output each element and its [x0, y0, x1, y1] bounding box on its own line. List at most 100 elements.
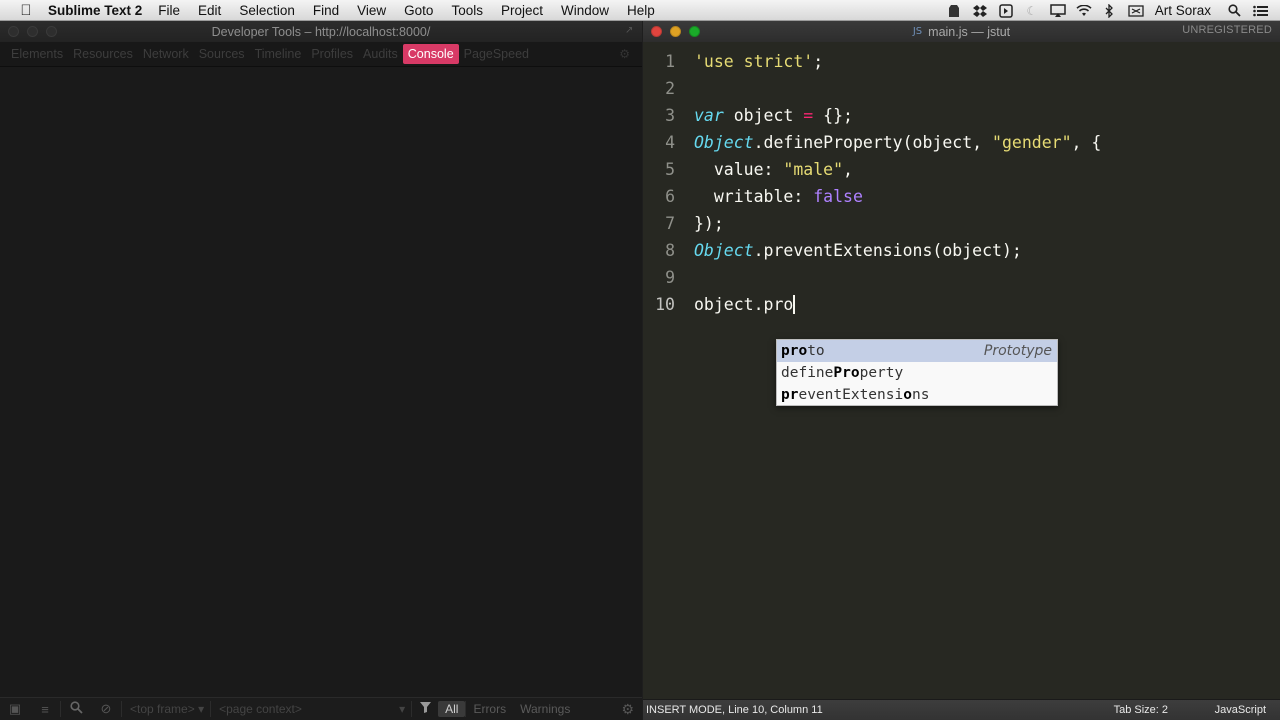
line-number: 1 — [665, 52, 675, 71]
code-line[interactable]: 2 — [643, 75, 1280, 102]
code-token: Object — [694, 133, 754, 152]
inspect-search-icon[interactable] — [61, 701, 91, 717]
menu-goto[interactable]: Goto — [404, 3, 433, 18]
code-token: object.pro — [694, 295, 794, 314]
context-selector[interactable]: <page context> ▾ — [211, 702, 411, 716]
sublime-status-bar: INSERT MODE, Line 10, Column 11 Tab Size… — [643, 699, 1280, 720]
tab-network[interactable]: Network — [138, 43, 194, 65]
menu-edit[interactable]: Edit — [198, 3, 221, 18]
menu-file[interactable]: File — [158, 3, 180, 18]
chevron-down-icon: ▾ — [399, 702, 406, 716]
code-token: , — [843, 160, 853, 179]
filter-errors[interactable]: Errors — [466, 701, 513, 717]
code-text: object.pro — [694, 291, 796, 318]
tab-console[interactable]: Console — [402, 44, 459, 64]
code-token: "male" — [783, 160, 844, 179]
tab-pagespeed[interactable]: PageSpeed — [459, 43, 534, 65]
code-line[interactable]: 1 'use strict'; — [643, 48, 1280, 75]
filter-icon[interactable] — [412, 701, 438, 717]
code-text: var object = {}; — [694, 102, 853, 129]
zoom-button[interactable] — [46, 26, 57, 37]
keyboard-icon[interactable] — [1128, 4, 1144, 18]
code-token: .preventExtensions(object); — [753, 241, 1022, 260]
dock-icon[interactable]: ⚙ — [619, 47, 630, 61]
tab-sources[interactable]: Sources — [194, 43, 250, 65]
code-line[interactable]: 5 value: "male", — [643, 156, 1280, 183]
dock-to-main-icon[interactable]: ▣ — [0, 701, 30, 717]
autocomplete-item[interactable]: preventExtensions — [777, 384, 1057, 406]
tab-size-selector[interactable]: Tab Size: 2 — [1114, 704, 1168, 716]
wifi-icon[interactable] — [1076, 4, 1092, 18]
apple-menu-icon[interactable]:  — [16, 0, 36, 21]
evernote-icon[interactable] — [946, 4, 962, 18]
autocomplete-item[interactable]: proto Prototype — [777, 340, 1057, 362]
sublime-titlebar: JS main.js — jstut UNREGISTERED — [643, 21, 1280, 42]
code-text: Object.preventExtensions(object); — [694, 237, 1022, 264]
line-number: 4 — [665, 133, 675, 152]
code-line[interactable]: 8 Object.preventExtensions(object); — [643, 237, 1280, 264]
menu-view[interactable]: View — [357, 3, 386, 18]
app-menu[interactable]: Sublime Text 2 — [48, 3, 142, 18]
show-drawer-icon[interactable]: ≡ — [30, 702, 60, 717]
code-token: = — [803, 106, 814, 125]
tab-timeline[interactable]: Timeline — [250, 43, 307, 65]
notification-center-icon[interactable] — [1252, 4, 1268, 18]
devtools-window: Developer Tools – http://localhost:8000/… — [0, 21, 642, 720]
code-token: {}; — [813, 106, 853, 125]
tab-profiles[interactable]: Profiles — [306, 43, 358, 65]
filter-warnings[interactable]: Warnings — [513, 701, 579, 717]
menu-bar:  Sublime Text 2 File Edit Selection Fin… — [0, 0, 1280, 21]
close-button[interactable] — [8, 26, 19, 37]
clear-console-icon[interactable]: ⊘ — [91, 701, 121, 717]
bluetooth-icon[interactable] — [1102, 3, 1118, 18]
line-number: 5 — [665, 160, 675, 179]
autocomplete-popup: proto Prototype defineProperty preventExten… — [776, 339, 1058, 406]
autocomplete-item[interactable]: defineProperty — [777, 362, 1057, 384]
code-line[interactable]: 3 var object = {}; — [643, 102, 1280, 129]
text-cursor — [793, 294, 796, 314]
code-token: Object — [694, 241, 754, 260]
zoom-button[interactable] — [689, 26, 700, 37]
syntax-selector[interactable]: JavaScript — [1215, 704, 1266, 716]
filter-all[interactable]: All — [438, 701, 466, 717]
tab-resources[interactable]: Resources — [68, 43, 138, 65]
code-line[interactable]: 10 object.pro — [643, 291, 1280, 318]
menu-find[interactable]: Find — [313, 3, 339, 18]
autocomplete-match: pr — [781, 387, 799, 403]
js-file-icon: JS — [912, 26, 923, 37]
dropbox-icon[interactable] — [972, 4, 988, 18]
code-line[interactable]: 4 Object.defineProperty(object, "gender",… — [643, 129, 1280, 156]
fullscreen-icon[interactable]: ↗ — [625, 25, 636, 36]
sublime-window: JS main.js — jstut UNREGISTERED 1 'use st… — [643, 21, 1280, 720]
code-text: 'use strict'; — [694, 48, 823, 75]
moon-icon[interactable]: ☾ — [1024, 4, 1040, 18]
minimize-button[interactable] — [670, 26, 681, 37]
menu-help[interactable]: Help — [627, 3, 655, 18]
menu-window[interactable]: Window — [561, 3, 609, 18]
menu-selection[interactable]: Selection — [239, 3, 295, 18]
unregistered-label: UNREGISTERED — [1182, 24, 1272, 36]
tab-elements[interactable]: Elements — [6, 43, 68, 65]
airplay-icon[interactable] — [1049, 4, 1066, 18]
spotlight-search-icon[interactable] — [1226, 4, 1242, 18]
minimize-button[interactable] — [27, 26, 38, 37]
console-output[interactable] — [0, 67, 642, 697]
code-token: }); — [694, 214, 724, 233]
code-text: }); — [694, 210, 724, 237]
code-editor[interactable]: 1 'use strict'; 2 3 var object = {}; 4 Object.… — [643, 42, 1280, 699]
frame-selector[interactable]: <top frame> ▾ — [122, 702, 210, 716]
autocomplete-text: perty — [859, 365, 904, 381]
menu-tools[interactable]: Tools — [451, 3, 483, 18]
code-line[interactable]: 6 writable: false — [643, 183, 1280, 210]
close-button[interactable] — [651, 26, 662, 37]
tab-audits[interactable]: Audits — [358, 43, 403, 65]
code-line[interactable]: 7}); — [643, 210, 1280, 237]
autocomplete-text: eventExtensi — [798, 387, 904, 403]
menu-project[interactable]: Project — [501, 3, 543, 18]
code-line[interactable]: 9 — [643, 264, 1280, 291]
user-name[interactable]: Art Sorax — [1155, 3, 1211, 18]
display-icon[interactable] — [998, 3, 1014, 18]
gear-icon[interactable]: ⚙ — [621, 701, 634, 718]
